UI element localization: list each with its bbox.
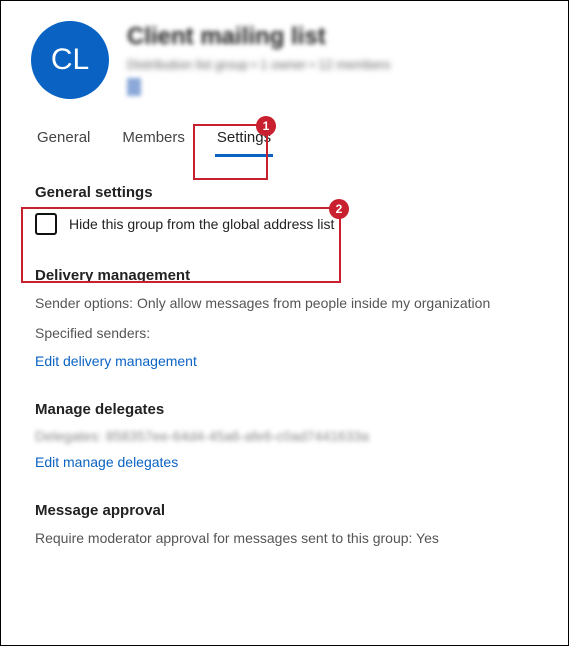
message-approval-section: Message approval Require moderator appro…	[35, 502, 534, 549]
manage-delegates-section: Manage delegates Delegates: 858357ee-64d…	[35, 401, 534, 470]
annotation-box-2: 2	[21, 207, 341, 283]
approval-value: Require moderator approval for messages …	[35, 529, 534, 549]
panel-header: CL Client mailing list Distribution list…	[1, 1, 568, 111]
avatar: CL	[31, 21, 109, 99]
general-settings-heading: General settings	[35, 184, 534, 201]
delivery-specified-senders: Specified senders:	[35, 324, 534, 344]
edit-delivery-link[interactable]: Edit delivery management	[35, 353, 534, 369]
settings-content: General settings Hide this group from th…	[1, 156, 568, 579]
annotation-number-1: 1	[256, 116, 276, 136]
tab-members[interactable]: Members	[120, 121, 187, 156]
annotation-number-2: 2	[329, 199, 349, 219]
delegates-value: Delegates: 858357ee-64d4-45a6-afe6-c0ad7…	[35, 428, 534, 444]
tab-bar: General Members Settings	[1, 111, 568, 156]
tab-general[interactable]: General	[35, 121, 92, 156]
avatar-initials: CL	[51, 43, 89, 77]
edit-delegates-link[interactable]: Edit manage delegates	[35, 454, 534, 470]
group-title: Client mailing list	[127, 23, 538, 51]
delivery-sender-options: Sender options: Only allow messages from…	[35, 294, 534, 314]
approval-heading: Message approval	[35, 502, 534, 519]
group-subtitle: Distribution list group • 1 owner • 12 m…	[127, 57, 538, 72]
mail-icon	[127, 78, 141, 96]
delegates-heading: Manage delegates	[35, 401, 534, 418]
annotation-box-1: 1	[193, 124, 268, 180]
header-text: Client mailing list Distribution list gr…	[127, 21, 538, 101]
